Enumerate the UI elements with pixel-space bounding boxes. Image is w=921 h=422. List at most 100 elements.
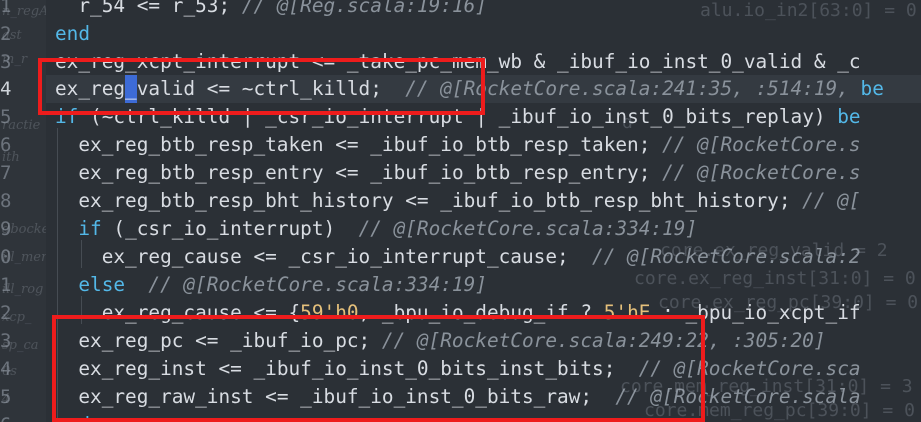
- code-token: <=: [253, 245, 289, 268]
- code-token: <=: [195, 329, 231, 352]
- code-token: <=: [311, 50, 347, 73]
- code-line[interactable]: ex_reg_valid <= ~ctrl_killd; // @[Rocket…: [55, 75, 884, 103]
- code-line[interactable]: ex_reg_btb_resp_entry <= _ibuf_io_btb_re…: [55, 159, 861, 187]
- code-token: ): [323, 217, 359, 240]
- gutter-ghost-label: 4: [2, 392, 11, 407]
- code-token: // @[RocketCore.scala:2: [592, 245, 861, 268]
- code-token: ex_reg_cause: [55, 245, 254, 268]
- code-editor[interactable]: 1234567890123456n_regAastm_rractieithdbo…: [0, 0, 921, 422]
- code-token: _ibuf_io_inst_0_bits_inst_bits;: [253, 357, 639, 380]
- code-token: r_54: [55, 0, 137, 17]
- code-token: be: [837, 105, 861, 128]
- code-token: // @[RocketCore.scala:334:19]: [358, 217, 698, 240]
- code-token: (~: [90, 105, 114, 128]
- code-token: // @[RocketCore.scala:249:22, :305:20]: [381, 329, 826, 352]
- code-token: if: [55, 105, 91, 128]
- code-token: valid: [136, 77, 196, 100]
- code-token: 5'hE: [603, 301, 663, 324]
- code-line[interactable]: else // @[RocketCore.scala:334:19]: [55, 271, 487, 299]
- code-token: _take_pc_mem_wb: [346, 50, 534, 73]
- code-token: <=: [335, 161, 371, 184]
- gutter-ghost-label: xcp_: [2, 310, 32, 325]
- code-line[interactable]: end: [55, 20, 90, 48]
- code-token: ex_reg_cause: [55, 301, 254, 324]
- code-token: <=: [335, 133, 371, 156]
- code-line[interactable]: ex_reg_btb_resp_bht_history <= _ibuf_io_…: [55, 187, 861, 215]
- code-token: |: [241, 105, 266, 128]
- code-line[interactable]: ex_reg_inst <= _ibuf_io_inst_0_bits_inst…: [55, 355, 861, 383]
- code-token: _bpu_io_debug_if: [381, 301, 581, 324]
- code-token: be: [860, 77, 884, 100]
- code-line[interactable]: ex_reg_pc <= _ibuf_io_pc; // @[RocketCor…: [55, 327, 826, 355]
- code-token: _ibuf_io_btb_resp_bht_history;: [440, 189, 803, 212]
- code-token: // @[RocketCore.scala:241:35, :514:19,: [405, 77, 861, 100]
- code-token: ex_reg_btb_resp_bht_history: [55, 189, 406, 212]
- gutter-ghost-label: 0s: [2, 364, 17, 379]
- code-token: _ibuf_io_inst_0_bits_replay: [498, 105, 814, 128]
- code-token: ex_reg: [55, 77, 126, 100]
- line-number-gutter: 1234567890123456n_regAastm_rractieithdbo…: [0, 0, 46, 422]
- gutter-ghost-label: m_r: [2, 52, 28, 67]
- code-token: (: [113, 217, 126, 240]
- code-line[interactable]: ex_reg_cause <= {59'h0, _bpu_io_debug_if…: [55, 299, 861, 327]
- gutter-ghost-label: dbocked_: [2, 222, 46, 237]
- code-line[interactable]: end: [55, 411, 90, 422]
- code-token: _csr_io_interrupt: [125, 217, 324, 240]
- gutter-ghost-label: n_regA: [2, 4, 46, 19]
- code-token: _c: [837, 50, 861, 73]
- code-token: _ibuf_io_pc;: [230, 329, 382, 352]
- code-line[interactable]: ex_reg_raw_inst <= _ibuf_io_inst_0_bits_…: [55, 383, 861, 411]
- code-token: end: [55, 413, 90, 422]
- gutter-ghost-label: ractie: [2, 118, 41, 133]
- code-token: // @[: [802, 189, 861, 212]
- code-token: ?: [580, 301, 604, 324]
- code-token: _ibuf_io_btb_resp_entry;: [370, 161, 663, 184]
- debug-watch-overlay-line: alu.io_in2[63:0] = 0: [700, 0, 917, 21]
- code-token: <=: [218, 357, 254, 380]
- code-token: 59'h0: [300, 301, 359, 324]
- code-token: _csr_io_interrupt: [265, 105, 476, 128]
- gutter-ghost-label: sp_ca: [2, 338, 39, 353]
- code-token: // @[RocketCore.s: [662, 133, 861, 156]
- code-token: <= {: [253, 301, 301, 324]
- line-number: 8: [0, 190, 12, 212]
- code-token: ,: [358, 301, 382, 324]
- code-token: else: [55, 273, 149, 296]
- code-token: <=: [265, 385, 301, 408]
- text-cursor-selection: _: [125, 75, 137, 103]
- code-token: <=: [136, 0, 172, 17]
- code-line[interactable]: ex_reg_cause <= _csr_io_interrupt_cause;…: [55, 243, 861, 271]
- gutter-ghost-label: ith: [2, 150, 20, 165]
- code-token: _csr_io_interrupt_cause;: [288, 245, 593, 268]
- code-line[interactable]: ex_reg_btb_resp_taken <= _ibuf_io_btb_re…: [55, 131, 861, 159]
- code-token: ex_reg_btb_resp_entry: [55, 161, 336, 184]
- code-token: _ibuf_io_inst_0_bits_raw;: [300, 385, 616, 408]
- code-line[interactable]: r_54 <= r_53; // @[Reg.scala:19:16]: [55, 0, 487, 20]
- code-token: // @[RocketCore.scala: [615, 385, 861, 408]
- code-token: &: [533, 50, 558, 73]
- code-token: |: [475, 105, 499, 128]
- code-token: if: [55, 217, 114, 240]
- code-token: // @[RocketCore.s: [662, 161, 861, 184]
- code-token: r_53;: [171, 0, 242, 17]
- code-token: <= ~: [195, 77, 254, 100]
- code-token: ctrl_killd: [113, 105, 242, 128]
- code-line[interactable]: if (~ctrl_killd | _csr_io_interrupt | _i…: [55, 103, 861, 131]
- code-token: <=: [405, 189, 441, 212]
- code-token: ex_reg_xcpt_interrupt: [55, 50, 312, 73]
- code-token: // @[RocketCore.scala:334:19]: [148, 273, 487, 296]
- debug-watch-overlay-line: core.ex_reg_inst[31:0] = 0: [634, 268, 916, 289]
- code-token: ex_reg_pc: [55, 329, 196, 352]
- gutter-ghost-label: ast: [2, 28, 22, 43]
- code-token: ): [813, 105, 838, 128]
- code-line[interactable]: if (_csr_io_interrupt) // @[RocketCore.s…: [55, 215, 697, 243]
- code-token: ex_reg_inst: [55, 357, 219, 380]
- code-token: // @[RocketCore.sca: [638, 357, 861, 380]
- gutter-ghost-label: ill_rog: [2, 282, 44, 297]
- code-line[interactable]: ex_reg_xcpt_interrupt <= _take_pc_mem_wb…: [55, 48, 861, 76]
- code-token: ex_reg_btb_resp_taken: [55, 133, 336, 156]
- code-token: _bpu_io_xcpt_if: [685, 301, 861, 324]
- code-token: // @[Reg.scala:19:16]: [241, 0, 487, 17]
- code-token: _ibuf_io_inst_0_valid: [557, 50, 814, 73]
- code-token: end: [55, 22, 91, 45]
